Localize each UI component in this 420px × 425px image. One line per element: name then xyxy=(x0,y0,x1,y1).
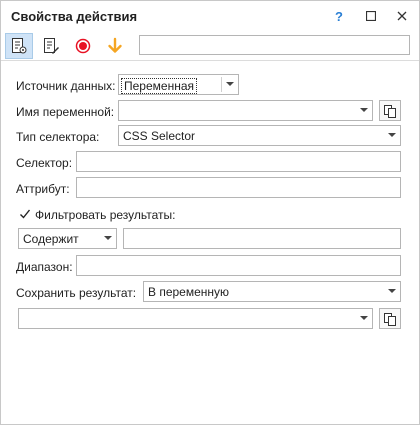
maximize-button[interactable] xyxy=(359,5,383,27)
move-down-button[interactable] xyxy=(101,33,129,59)
document-settings-icon xyxy=(12,38,27,54)
chevron-down-icon xyxy=(360,316,368,320)
properties-tool-button[interactable] xyxy=(5,33,33,59)
combo-separator xyxy=(221,77,222,92)
chevron-down-icon xyxy=(360,108,368,112)
help-icon: ? xyxy=(335,8,343,24)
close-button[interactable] xyxy=(390,5,414,27)
document-edit-icon xyxy=(44,38,59,54)
toolbar xyxy=(1,32,419,61)
var-name-copy-button[interactable] xyxy=(379,100,401,121)
attribute-input[interactable] xyxy=(76,177,401,198)
selector-input[interactable] xyxy=(76,151,401,172)
save-variable-copy-button[interactable] xyxy=(379,308,401,329)
arrow-down-icon xyxy=(108,37,122,53)
maximize-icon xyxy=(366,11,376,21)
filter-label: Фильтровать результаты: xyxy=(35,208,176,222)
action-properties-window: Свойства действия ? Источник данных: Пер… xyxy=(0,0,420,425)
save-result-value: В переменную xyxy=(148,285,230,299)
window-title: Свойства действия xyxy=(11,9,138,24)
filter-mode-value: Содержит xyxy=(23,232,79,246)
selector-label: Селектор: xyxy=(16,156,73,170)
chevron-down-icon xyxy=(226,82,234,86)
range-label: Диапазон: xyxy=(16,260,73,274)
filter-checkbox[interactable] xyxy=(18,207,31,220)
selector-type-select[interactable]: CSS Selector xyxy=(118,125,401,146)
save-result-select[interactable]: В переменную xyxy=(143,281,401,302)
help-button[interactable]: ? xyxy=(327,5,351,27)
filter-value-input[interactable] xyxy=(123,228,401,249)
save-variable-select[interactable] xyxy=(18,308,373,329)
record-button[interactable] xyxy=(69,33,97,59)
range-input[interactable] xyxy=(76,255,401,276)
selector-type-value: CSS Selector xyxy=(123,129,196,143)
filter-mode-select[interactable]: Содержит xyxy=(18,228,117,249)
record-icon xyxy=(75,38,91,54)
var-name-label: Имя переменной: xyxy=(16,105,115,119)
edit-tool-button[interactable] xyxy=(37,33,65,59)
title-bar: Свойства действия ? xyxy=(1,1,419,32)
form-panel: Источник данных: Переменная Имя переменн… xyxy=(1,61,419,424)
attribute-label: Аттрибут: xyxy=(16,182,70,196)
data-source-label: Источник данных: xyxy=(16,79,116,93)
data-source-value: Переменная xyxy=(121,78,197,94)
save-result-label: Сохранить результат: xyxy=(16,286,137,300)
selector-type-label: Тип селектора: xyxy=(16,130,100,144)
data-source-select[interactable]: Переменная xyxy=(118,74,239,95)
chevron-down-icon xyxy=(388,289,396,293)
chevron-down-icon xyxy=(104,236,112,240)
var-name-select[interactable] xyxy=(118,100,373,121)
chevron-down-icon xyxy=(388,133,396,137)
close-icon xyxy=(397,11,407,21)
toolbar-search-input[interactable] xyxy=(139,35,410,55)
checkmark-icon xyxy=(19,209,30,219)
copy-icon xyxy=(384,104,396,118)
copy-icon xyxy=(384,312,396,326)
